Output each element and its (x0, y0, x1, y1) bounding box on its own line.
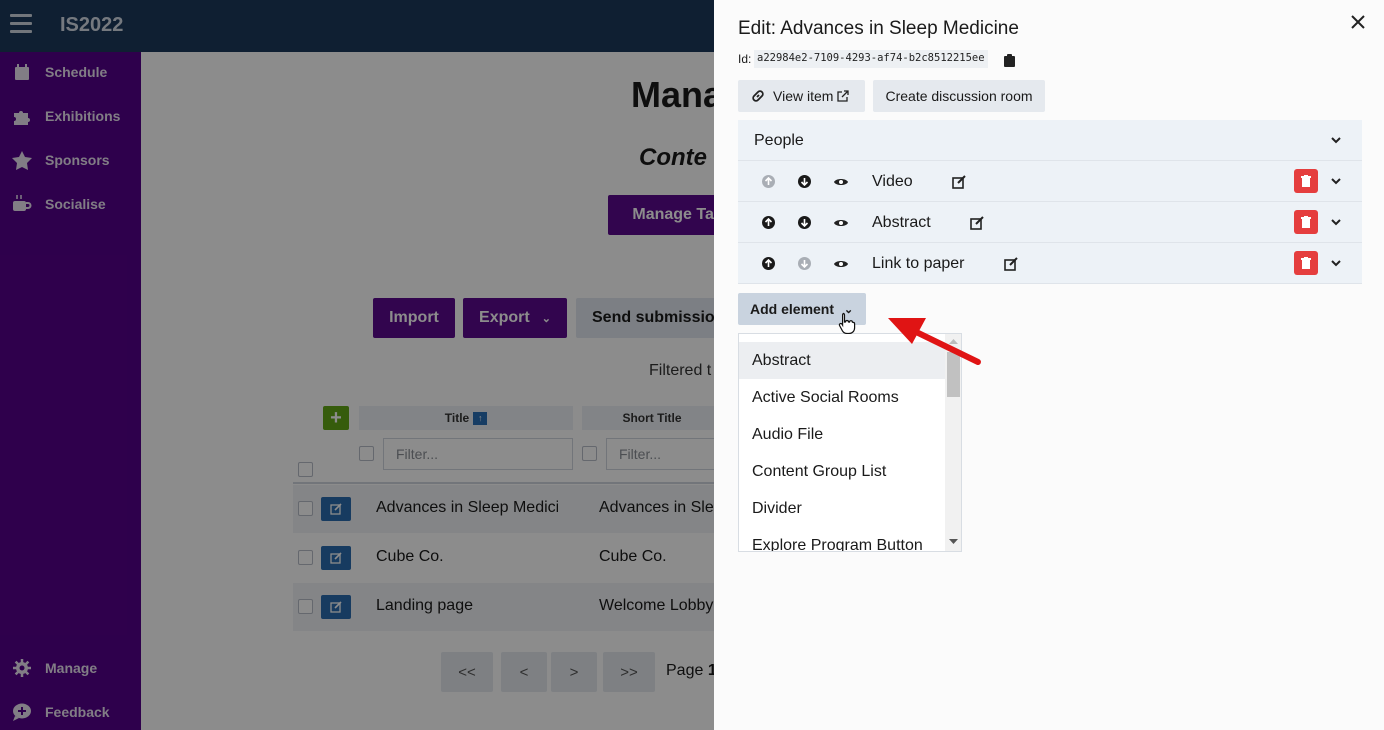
list-item[interactable]: Active Social Rooms (739, 379, 945, 416)
move-up-icon[interactable] (762, 175, 775, 188)
move-up-icon[interactable] (762, 257, 775, 270)
move-down-icon[interactable] (798, 216, 811, 229)
delete-icon[interactable] (1294, 169, 1318, 193)
link-icon (751, 89, 765, 103)
element-label: Video (872, 173, 913, 190)
modal-overlay[interactable] (0, 0, 714, 730)
view-item-label: View item (773, 88, 834, 104)
list-item[interactable]: Audio File (739, 416, 945, 453)
hand-cursor-icon (838, 312, 856, 334)
eye-icon[interactable] (834, 259, 848, 269)
close-icon[interactable] (1348, 12, 1368, 32)
view-item-button[interactable]: View item (738, 80, 865, 112)
eye-icon[interactable] (834, 218, 848, 228)
eye-icon[interactable] (834, 177, 848, 187)
move-down-icon[interactable] (798, 257, 811, 270)
edit-name-icon[interactable] (952, 175, 966, 189)
scroll-down-arrow-icon[interactable] (949, 539, 958, 545)
chevron-down-icon[interactable] (1330, 257, 1342, 269)
move-up-icon[interactable] (762, 216, 775, 229)
delete-icon[interactable] (1294, 210, 1318, 234)
delete-icon[interactable] (1294, 251, 1318, 275)
external-link-icon (837, 90, 850, 102)
create-discussion-room-button[interactable]: Create discussion room (873, 80, 1045, 112)
id-label: Id: (738, 52, 752, 66)
edit-name-icon[interactable] (970, 216, 984, 230)
move-down-icon[interactable] (798, 175, 811, 188)
clipboard-icon[interactable] (1004, 54, 1015, 67)
edit-name-icon[interactable] (1004, 257, 1018, 271)
list-item[interactable]: Explore Program Button (739, 527, 945, 552)
element-label: Abstract (872, 214, 931, 231)
drawer-title: Edit: Advances in Sleep Medicine (738, 18, 1019, 39)
people-label: People (754, 132, 804, 149)
people-accordion[interactable]: People (738, 120, 1362, 161)
chevron-down-icon[interactable] (1330, 216, 1342, 228)
list-item[interactable]: Divider (739, 490, 945, 527)
chevron-down-icon (1331, 137, 1341, 144)
element-row-abstract[interactable]: Abstract (738, 202, 1362, 243)
id-value: a22984e2-7109-4293-af74-b2c8512215ee (754, 50, 988, 68)
list-item[interactable]: Content Group List (739, 453, 945, 490)
add-element-label: Add element (750, 301, 835, 317)
element-row-link-to-paper[interactable]: Link to paper (738, 243, 1362, 284)
chevron-down-icon[interactable] (1330, 175, 1342, 187)
edit-drawer: Edit: Advances in Sleep Medicine Id: a22… (714, 0, 1384, 730)
annotation-arrow-icon (888, 318, 981, 365)
element-label: Link to paper (872, 255, 965, 272)
element-row-video[interactable]: Video (738, 161, 1362, 202)
